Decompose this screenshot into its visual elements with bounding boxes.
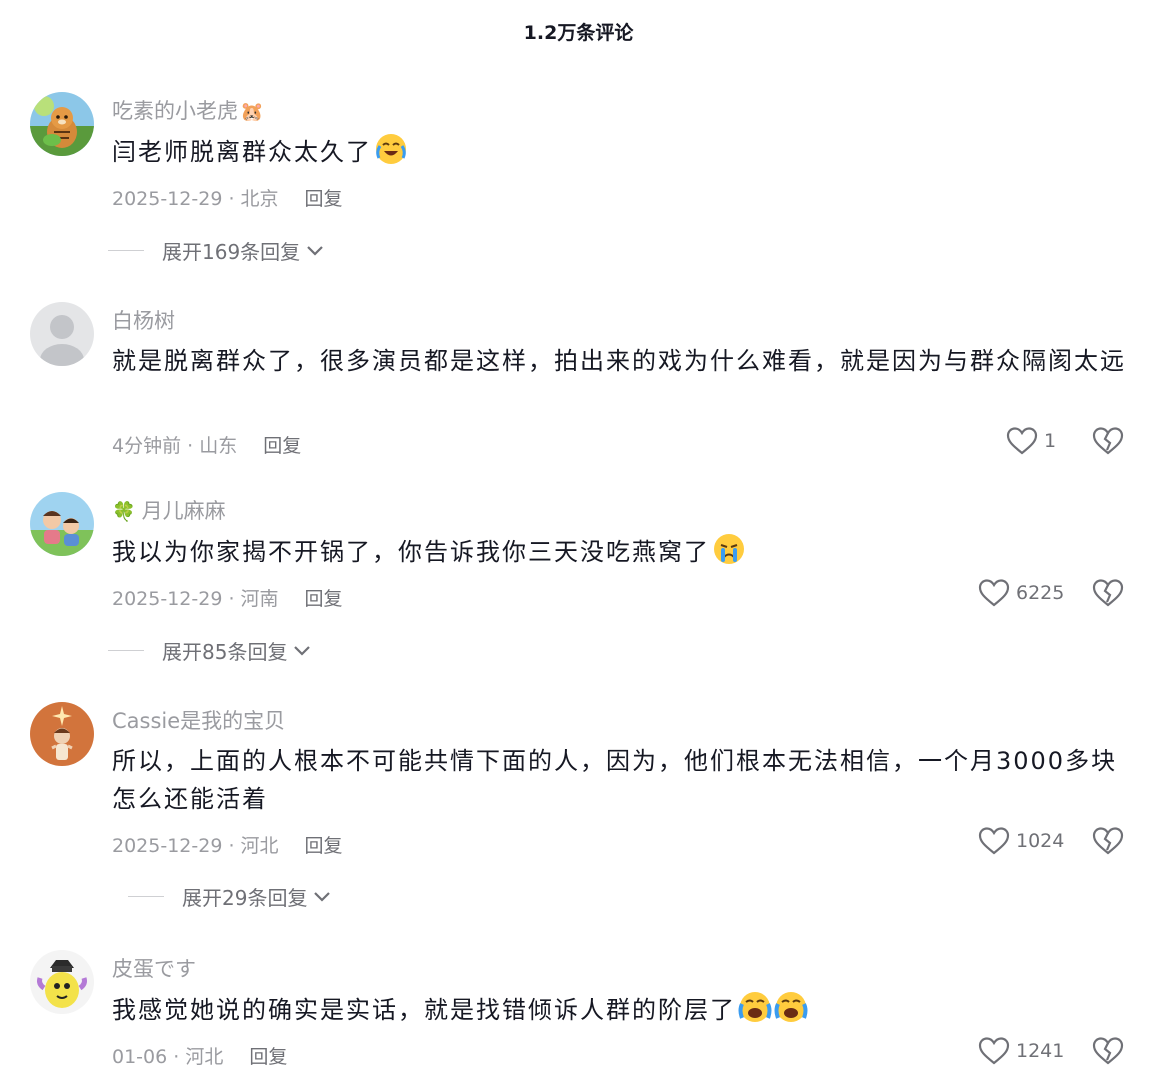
like-count: 6225 — [1016, 582, 1065, 604]
loud-cry-emoji-icon — [774, 992, 808, 1022]
like-button[interactable]: 1241 — [978, 1036, 1064, 1066]
reply-button[interactable]: 回复 — [305, 835, 343, 857]
username[interactable]: 皮蛋です — [112, 953, 196, 983]
comment-date-location: 4分钟前 · 山东 — [112, 435, 238, 457]
username[interactable]: 白杨树 — [112, 305, 175, 335]
comment-meta: 4分钟前 · 山东 回复 — [112, 431, 301, 458]
heart-outline-icon — [978, 1037, 1010, 1065]
heart-outline-icon — [1006, 427, 1038, 455]
avatar[interactable] — [30, 702, 94, 766]
reply-button[interactable]: 回复 — [305, 588, 343, 610]
username-text: Cassie是我的宝贝 — [112, 709, 286, 733]
avatar[interactable] — [30, 950, 94, 1014]
broken-heart-icon — [1092, 1037, 1124, 1065]
expand-replies-label: 展开29条回复 — [182, 886, 308, 910]
broken-heart-icon — [1092, 827, 1124, 855]
comment-date-location: 01-06 · 河北 — [112, 1046, 224, 1068]
comment-meta: 01-06 · 河北 回复 — [112, 1042, 287, 1069]
heart-outline-icon — [978, 579, 1010, 607]
like-count: 1024 — [1016, 830, 1065, 852]
heart-outline-icon — [978, 827, 1010, 855]
username[interactable]: 🍀 月儿麻麻 — [112, 495, 226, 525]
like-button[interactable]: 1 — [1006, 426, 1056, 456]
like-count: 1 — [1044, 430, 1057, 452]
comment-body: 我感觉她说的确实是实话，就是找错倾诉人群的阶层了 — [112, 996, 736, 1024]
comments-panel: 1.2万条评论 吃素的小老虎 🐹 闫老师脱离群众太久了 2025-12-29 ·… — [0, 0, 1157, 1079]
expand-replies-button[interactable]: 展开85条回复 — [108, 636, 311, 665]
comment-text: 就是脱离群众了，很多演员都是这样，拍出来的戏为什么难看，就是因为与群众隔阂太远 — [112, 342, 1132, 380]
comment-date-location: 2025-12-29 · 北京 — [112, 188, 279, 210]
hamster-icon: 🐹 — [240, 101, 264, 123]
reply-button[interactable]: 回复 — [263, 435, 301, 457]
reply-button[interactable]: 回复 — [249, 1046, 287, 1068]
username-text: 吃素的小老虎 — [112, 99, 238, 123]
username-text: 月儿麻麻 — [141, 499, 226, 523]
divider — [128, 896, 164, 897]
dislike-button[interactable] — [1092, 426, 1124, 460]
comment-meta: 2025-12-29 · 北京 回复 — [112, 184, 343, 211]
expand-replies-button[interactable]: 展开169条回复 — [108, 236, 324, 265]
divider — [108, 250, 144, 251]
expand-replies-label: 展开85条回复 — [162, 640, 288, 664]
comment-date-location: 2025-12-29 · 河北 — [112, 835, 279, 857]
chevron-down-icon — [294, 645, 311, 656]
avatar[interactable] — [30, 92, 94, 156]
like-button[interactable]: 1024 — [978, 826, 1064, 856]
crying-emoji-icon — [714, 534, 744, 564]
comment-text: 所以，上面的人根本不可能共情下面的人，因为，他们根本无法相信，一个月3000多块… — [112, 742, 1132, 818]
comment-text: 我以为你家揭不开锅了，你告诉我你三天没吃燕窝了 — [112, 532, 1132, 571]
like-count: 1241 — [1016, 1040, 1065, 1062]
comment-body: 我以为你家揭不开锅了，你告诉我你三天没吃燕窝了 — [112, 538, 710, 566]
like-button[interactable]: 6225 — [978, 578, 1064, 608]
comment-body: 所以，上面的人根本不可能共情下面的人，因为，他们根本无法相信，一个月3000多块… — [112, 747, 1118, 813]
comment-body: 就是脱离群众了，很多演员都是这样，拍出来的戏为什么难看，就是因为与群众隔阂太远 — [112, 347, 1126, 375]
clover-icon: 🍀 — [112, 501, 136, 523]
comment-text: 闫老师脱离群众太久了 — [112, 132, 1132, 171]
comment-text: 我感觉她说的确实是实话，就是找错倾诉人群的阶层了 — [112, 990, 1132, 1029]
chevron-down-icon — [307, 245, 323, 256]
comment-meta: 2025-12-29 · 河北 回复 — [112, 831, 343, 858]
expand-replies-button[interactable]: 展开29条回复 — [128, 882, 331, 911]
broken-heart-icon — [1092, 579, 1124, 607]
broken-heart-icon — [1092, 427, 1124, 455]
comment-body: 闫老师脱离群众太久了 — [112, 138, 372, 166]
comment-count-title: 1.2万条评论 — [523, 22, 634, 44]
dislike-button[interactable] — [1092, 578, 1124, 612]
avatar[interactable] — [30, 492, 94, 556]
comment-date-location: 2025-12-29 · 河南 — [112, 588, 279, 610]
username-text: 白杨树 — [112, 309, 175, 333]
expand-replies-label: 展开169条回复 — [162, 240, 301, 264]
username[interactable]: Cassie是我的宝贝 — [112, 705, 285, 735]
username-text: 皮蛋です — [112, 957, 196, 981]
loud-cry-emoji-icon — [738, 992, 772, 1022]
dislike-button[interactable] — [1092, 826, 1124, 860]
dislike-button[interactable] — [1092, 1036, 1124, 1070]
crying-laugh-emoji-icon — [376, 134, 406, 164]
divider — [108, 650, 144, 651]
comment-meta: 2025-12-29 · 河南 回复 — [112, 584, 343, 611]
chevron-down-icon — [314, 891, 331, 902]
username[interactable]: 吃素的小老虎 🐹 — [112, 95, 264, 125]
reply-button[interactable]: 回复 — [305, 188, 343, 210]
avatar[interactable] — [30, 302, 94, 366]
